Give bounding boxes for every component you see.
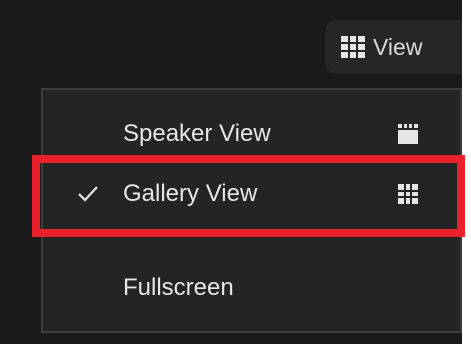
gallery-view-icon: [398, 184, 418, 204]
checkmark-icon: [78, 186, 98, 202]
menu-item-label: Fullscreen: [123, 274, 234, 301]
grid-icon: [341, 36, 365, 58]
view-button[interactable]: View: [325, 20, 462, 74]
menu-item-gallery-view[interactable]: Gallery View: [43, 167, 460, 221]
menu-item-label: Speaker View: [123, 120, 271, 147]
view-button-label: View: [373, 33, 423, 60]
menu-item-fullscreen[interactable]: Fullscreen: [43, 261, 460, 315]
menu-item-label: Gallery View: [123, 180, 258, 207]
menu-item-speaker-view[interactable]: Speaker View: [43, 107, 460, 161]
view-menu: Speaker View Gallery View Fullscreen: [41, 88, 462, 333]
speaker-view-icon: [398, 124, 418, 144]
